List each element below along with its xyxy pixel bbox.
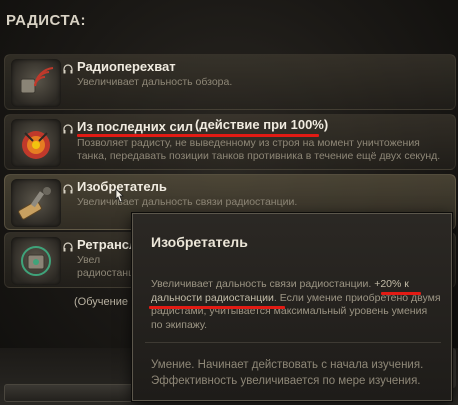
last-effort-icon bbox=[11, 119, 61, 167]
skill-description: Позволяет радисту, не выведенному из стр… bbox=[77, 137, 441, 162]
radio-intercept-icon bbox=[11, 59, 61, 107]
tooltip-desc-text: Увеличивает дальность связи радиостанции… bbox=[151, 278, 375, 290]
annotation-underline bbox=[381, 292, 421, 295]
training-note: (Обучение д bbox=[74, 296, 138, 308]
skill-radio-intercept[interactable]: Радиоперехват Увеличивает дальность обзо… bbox=[4, 54, 456, 110]
relay-icon bbox=[11, 237, 61, 285]
mouse-cursor-icon bbox=[113, 188, 125, 209]
skill-last-effort[interactable]: Из последних сил (действие при 100%) Поз… bbox=[4, 114, 456, 170]
headset-icon bbox=[63, 121, 73, 134]
skill-description: Увеличивает дальность обзора. bbox=[77, 76, 233, 88]
headset-icon bbox=[63, 181, 73, 194]
skill-description: Увеличивает дальность связи радиостанции… bbox=[77, 196, 298, 208]
section-title: РАДИСТА: bbox=[6, 12, 87, 29]
skill-badge: (действие при 100%) bbox=[195, 117, 329, 132]
annotation-underline bbox=[149, 306, 285, 309]
inventor-icon bbox=[11, 179, 61, 227]
tooltip-separator bbox=[145, 342, 441, 343]
tooltip-description: Увеличивает дальность связи радиостанции… bbox=[151, 278, 441, 332]
tooltip-title: Изобретатель bbox=[151, 234, 248, 250]
skill-name: Из последних сил bbox=[77, 119, 194, 134]
headset-icon bbox=[63, 239, 73, 252]
skill-tooltip: Изобретатель Увеличивает дальность связи… bbox=[132, 213, 452, 401]
skill-name: Радиоперехват bbox=[77, 59, 176, 74]
bottom-button[interactable] bbox=[4, 384, 144, 402]
headset-icon bbox=[63, 61, 73, 74]
tooltip-footer: Умение. Начинает действовать с начала из… bbox=[151, 359, 424, 387]
skill-name: Ретрансл bbox=[77, 237, 138, 252]
